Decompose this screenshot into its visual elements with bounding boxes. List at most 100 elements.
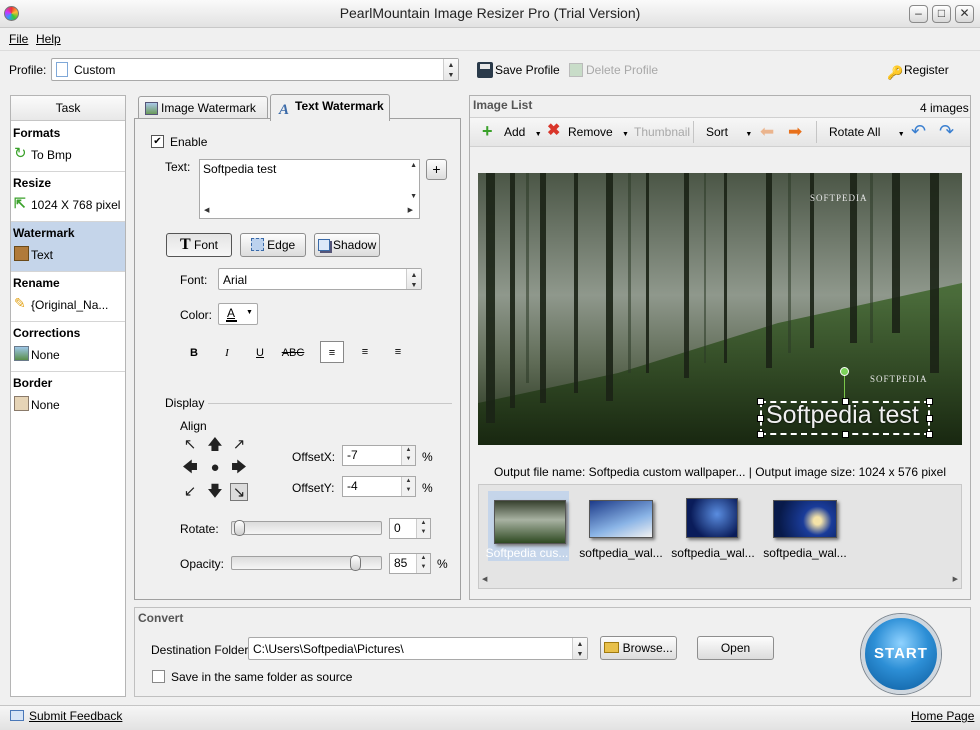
- thumbnail-image-2[interactable]: [589, 500, 653, 538]
- align-bottom-left-button[interactable]: ↙: [181, 483, 199, 501]
- align-top-right-button[interactable]: ↗: [230, 436, 248, 454]
- font-select[interactable]: Arial ▲ ▼: [218, 268, 422, 290]
- chevron-down-icon: ▼: [534, 131, 542, 138]
- task-formats[interactable]: Formats ↻ To Bmp: [11, 122, 125, 172]
- tab-text-watermark[interactable]: A Text Watermark: [270, 94, 390, 121]
- watermark-selection[interactable]: Softpedia test: [757, 398, 933, 438]
- spinner-arrows-icon[interactable]: ▲ ▼: [416, 519, 430, 538]
- thumbnail-caption-1: Softpedia cus...: [485, 546, 569, 560]
- scroll-down-icon[interactable]: ▼: [410, 193, 417, 200]
- enable-checkbox[interactable]: ✔: [151, 135, 164, 148]
- open-button[interactable]: Open: [697, 636, 774, 660]
- thumbnail-scrollbar[interactable]: ◀ ▶: [480, 575, 960, 587]
- scroll-left-icon[interactable]: ◀: [204, 206, 209, 214]
- submit-feedback-link[interactable]: Submit Feedback: [29, 709, 122, 723]
- rotate-all-button[interactable]: Rotate All ▼: [829, 122, 905, 142]
- underline-button[interactable]: U: [248, 342, 272, 364]
- task-corrections[interactable]: Corrections None: [11, 322, 125, 372]
- opacity-slider[interactable]: [231, 555, 382, 571]
- rotate-spinner[interactable]: 0 ▲ ▼: [389, 518, 431, 539]
- opacity-label: Opacity:: [180, 557, 225, 571]
- align-center-pos-button[interactable]: ●: [206, 459, 224, 477]
- scroll-left-icon[interactable]: ◀: [482, 575, 487, 583]
- resize-handle[interactable]: [926, 431, 933, 438]
- opacity-slider-handle[interactable]: [349, 555, 361, 571]
- bold-button[interactable]: B: [182, 342, 206, 364]
- color-picker[interactable]: A ▼: [218, 303, 258, 325]
- thumbnail-image-1[interactable]: [494, 500, 566, 544]
- rotate-slider-handle[interactable]: [234, 520, 245, 536]
- thumbnail-image-3[interactable]: [686, 498, 738, 538]
- align-top-left-button[interactable]: ↖: [181, 436, 199, 454]
- menu-help[interactable]: Help: [36, 32, 61, 46]
- strikethrough-button[interactable]: ABC: [280, 342, 306, 364]
- browse-button[interactable]: Browse...: [600, 636, 677, 660]
- sort-button[interactable]: Sort ▼: [706, 122, 752, 142]
- thumbnail-image-4[interactable]: [773, 500, 837, 538]
- resize-handle[interactable]: [842, 398, 849, 405]
- text-input[interactable]: Softpedia test ▲ ▼ ◀ ▶: [199, 159, 420, 219]
- resize-handle[interactable]: [757, 415, 764, 422]
- image-preview[interactable]: SOFTPEDIA SOFTPEDIA Softpedia test: [478, 173, 962, 445]
- rotate-left-icon[interactable]: ↶: [911, 120, 926, 142]
- resize-handle[interactable]: [757, 398, 764, 405]
- task-rename[interactable]: Rename ✎ {Original_Na...: [11, 272, 125, 322]
- resize-handle[interactable]: [926, 398, 933, 405]
- menu-file[interactable]: File: [9, 32, 28, 46]
- maximize-button[interactable]: □: [932, 5, 951, 23]
- align-left-icon: ≡: [328, 347, 336, 359]
- offsety-spinner[interactable]: -4 ▲ ▼: [342, 476, 416, 497]
- resize-handle[interactable]: [842, 431, 849, 438]
- destination-folder-select[interactable]: C:\Users\Softpedia\Pictures\ ▲ ▼: [248, 637, 588, 660]
- rotate-right-icon[interactable]: ↷: [939, 120, 954, 142]
- resize-handle[interactable]: [926, 415, 933, 422]
- insert-symbol-button[interactable]: +: [426, 159, 447, 180]
- home-page-link[interactable]: Home Page: [911, 709, 974, 723]
- save-profile-button[interactable]: Save Profile: [477, 60, 560, 80]
- offsetx-spinner[interactable]: -7 ▲ ▼: [342, 445, 416, 466]
- close-button[interactable]: ✕: [955, 5, 974, 23]
- thumbnail-caption-2: softpedia_wal...: [579, 546, 663, 560]
- next-arrow-icon[interactable]: ➡: [788, 122, 802, 142]
- thumbnail-button[interactable]: Thumbnail: [634, 122, 690, 142]
- task-border[interactable]: Border None: [11, 372, 125, 422]
- italic-button[interactable]: I: [215, 342, 239, 364]
- edge-button[interactable]: Edge: [240, 233, 306, 257]
- task-watermark[interactable]: Watermark Text: [11, 222, 125, 272]
- softpedia-logo-top: SOFTPEDIA: [810, 193, 868, 203]
- shadow-button[interactable]: Shadow: [314, 233, 380, 257]
- scroll-right-icon[interactable]: ▶: [408, 206, 413, 214]
- align-bottom-button[interactable]: 🡇: [206, 483, 224, 501]
- resize-handle[interactable]: [757, 431, 764, 438]
- align-top-button[interactable]: 🡅: [206, 436, 224, 454]
- same-folder-checkbox[interactable]: [152, 670, 165, 683]
- spinner-arrows-icon[interactable]: ▲ ▼: [416, 554, 430, 573]
- chevron-down-icon: ▼: [745, 131, 753, 138]
- offsety-value: -4: [347, 479, 358, 493]
- align-center-button[interactable]: ≡: [353, 341, 377, 363]
- spinner-arrows-icon[interactable]: ▲ ▼: [401, 446, 415, 465]
- remove-button[interactable]: ✖ Remove ▼: [547, 122, 629, 142]
- rotate-slider[interactable]: [231, 520, 382, 536]
- align-right-pos-button[interactable]: 🡆: [230, 459, 248, 477]
- display-label: Display: [165, 396, 205, 410]
- delete-profile-button[interactable]: Delete Profile: [569, 60, 658, 80]
- align-left-button[interactable]: ≡: [320, 341, 344, 363]
- align-bottom-right-button[interactable]: ↘: [230, 483, 248, 501]
- chevron-down-icon: ▲ ▼: [406, 269, 421, 289]
- align-right-button[interactable]: ≡: [386, 341, 410, 363]
- previous-arrow-icon[interactable]: ⬅: [760, 122, 774, 142]
- rotation-handle[interactable]: [840, 367, 849, 376]
- add-button[interactable]: + Add ▼: [482, 122, 542, 142]
- spinner-arrows-icon[interactable]: ▲ ▼: [401, 477, 415, 496]
- scroll-up-icon[interactable]: ▲: [410, 162, 417, 169]
- task-resize[interactable]: Resize ⇱ 1024 X 768 pixel: [11, 172, 125, 222]
- start-button[interactable]: START: [861, 614, 941, 694]
- profile-select[interactable]: Custom ▲ ▼: [51, 58, 459, 81]
- font-button[interactable]: T Font: [166, 233, 232, 257]
- minimize-button[interactable]: –: [909, 5, 928, 23]
- scroll-right-icon[interactable]: ▶: [953, 575, 958, 583]
- align-left-pos-button[interactable]: 🡄: [181, 459, 199, 477]
- register-button[interactable]: 🔑 Register: [887, 60, 949, 80]
- opacity-spinner[interactable]: 85 ▲ ▼: [389, 553, 431, 574]
